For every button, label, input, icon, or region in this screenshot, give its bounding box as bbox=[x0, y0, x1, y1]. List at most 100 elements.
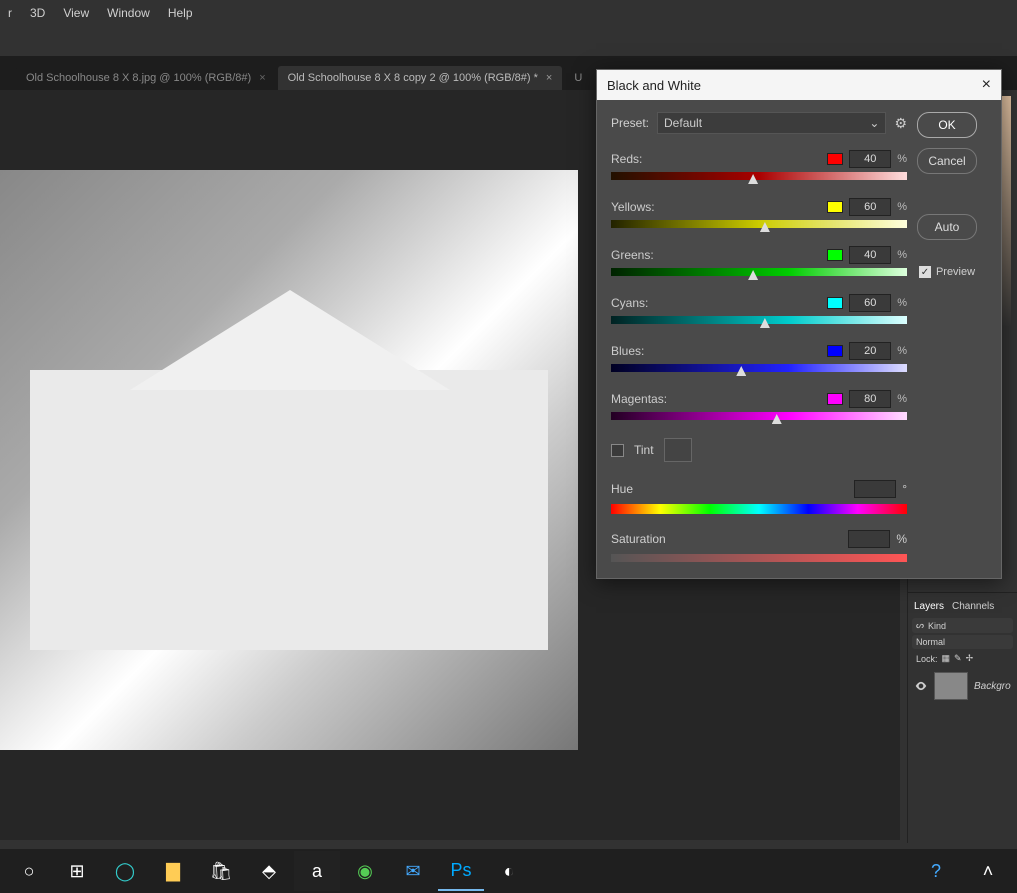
layer-filter-kind[interactable]: ᔕKind bbox=[912, 618, 1013, 633]
preset-dropdown[interactable]: Default ⌄ bbox=[657, 112, 886, 134]
store-icon[interactable]: 🛍 bbox=[198, 851, 244, 891]
menu-item[interactable]: Help bbox=[168, 6, 193, 20]
saturation-input[interactable] bbox=[848, 530, 890, 548]
color-slider-row: Blues:% bbox=[611, 342, 907, 372]
help-icon[interactable]: ? bbox=[913, 851, 959, 891]
color-slider-row: Magentas:% bbox=[611, 390, 907, 420]
document-tab[interactable]: Old Schoolhouse 8 X 8.jpg @ 100% (RGB/8#… bbox=[16, 66, 276, 90]
color-slider-row: Yellows:% bbox=[611, 198, 907, 228]
menu-item[interactable]: r bbox=[8, 6, 12, 20]
close-icon[interactable]: × bbox=[546, 72, 552, 84]
slider-value-input[interactable] bbox=[849, 390, 891, 408]
edge-icon[interactable]: ◯ bbox=[102, 851, 148, 891]
layer-blend-mode[interactable]: Normal bbox=[912, 635, 1013, 649]
explorer-icon[interactable]: ▇ bbox=[150, 851, 196, 891]
color-slider[interactable] bbox=[611, 220, 907, 228]
percent-label: % bbox=[897, 393, 907, 405]
task-view-icon[interactable]: ⊞ bbox=[54, 851, 100, 891]
tab-layers[interactable]: Layers bbox=[914, 601, 944, 612]
slider-thumb[interactable] bbox=[772, 414, 782, 424]
saturation-slider[interactable] bbox=[611, 554, 907, 562]
color-swatch bbox=[827, 201, 843, 213]
color-slider[interactable] bbox=[611, 268, 907, 276]
ok-button[interactable]: OK bbox=[917, 112, 977, 138]
tab-channels[interactable]: Channels bbox=[952, 601, 994, 612]
percent-label: % bbox=[897, 297, 907, 309]
layer-thumbnail[interactable] bbox=[934, 672, 968, 700]
layer-name[interactable]: Backgro bbox=[974, 681, 1011, 692]
saturation-unit: % bbox=[896, 532, 907, 546]
dialog-titlebar[interactable]: Black and White × bbox=[597, 70, 1001, 100]
color-slider[interactable] bbox=[611, 412, 907, 420]
slider-value-input[interactable] bbox=[849, 150, 891, 168]
close-icon[interactable]: × bbox=[259, 72, 265, 84]
layer-lock-row: Lock: ▦ ✎ ✢ bbox=[912, 651, 1013, 666]
slider-thumb[interactable] bbox=[748, 270, 758, 280]
hue-slider[interactable] bbox=[611, 504, 907, 514]
lock-brush-icon[interactable]: ✎ bbox=[954, 653, 962, 664]
photoshop-icon[interactable]: Ps bbox=[438, 851, 484, 891]
tab-label: Old Schoolhouse 8 X 8 copy 2 @ 100% (RGB… bbox=[288, 72, 538, 84]
percent-label: % bbox=[897, 345, 907, 357]
slider-thumb[interactable] bbox=[736, 366, 746, 376]
saturation-label: Saturation bbox=[611, 532, 666, 546]
search-icon[interactable]: ○ bbox=[6, 851, 52, 891]
slider-value-input[interactable] bbox=[849, 294, 891, 312]
menu-item[interactable]: 3D bbox=[30, 6, 45, 20]
color-slider[interactable] bbox=[611, 364, 907, 372]
color-slider-row: Cyans:% bbox=[611, 294, 907, 324]
percent-label: % bbox=[897, 249, 907, 261]
mail-icon[interactable]: ✉ bbox=[390, 851, 436, 891]
color-swatch bbox=[827, 393, 843, 405]
amazon-icon[interactable]: a bbox=[294, 851, 340, 891]
tint-checkbox[interactable] bbox=[611, 444, 624, 457]
document-tab[interactable]: U bbox=[564, 66, 592, 90]
color-slider[interactable] bbox=[611, 172, 907, 180]
color-swatch bbox=[827, 153, 843, 165]
slider-label: Blues: bbox=[611, 344, 644, 358]
document-tab[interactable]: Old Schoolhouse 8 X 8 copy 2 @ 100% (RGB… bbox=[278, 66, 563, 90]
lock-position-icon[interactable]: ✢ bbox=[966, 653, 974, 664]
slider-label: Magentas: bbox=[611, 392, 667, 406]
windows-taskbar: ○ ⊞ ◯ ▇ 🛍 ⬘ a ◉ ✉ Ps ◐ ? ˄ bbox=[0, 849, 1017, 893]
hue-input[interactable] bbox=[854, 480, 896, 498]
percent-label: % bbox=[897, 153, 907, 165]
slider-thumb[interactable] bbox=[760, 222, 770, 232]
color-swatch bbox=[827, 297, 843, 309]
menu-item[interactable]: Window bbox=[107, 6, 150, 20]
slider-label: Yellows: bbox=[611, 200, 655, 214]
close-icon[interactable]: × bbox=[982, 76, 991, 94]
dropbox-icon[interactable]: ⬘ bbox=[246, 851, 292, 891]
lock-transparent-icon[interactable]: ▦ bbox=[942, 653, 951, 664]
slider-value-input[interactable] bbox=[849, 198, 891, 216]
preview-checkbox[interactable]: ✓ Preview bbox=[919, 266, 975, 278]
color-swatch bbox=[827, 345, 843, 357]
dialog-title-text: Black and White bbox=[607, 78, 701, 93]
visibility-icon[interactable] bbox=[914, 679, 928, 693]
slider-thumb[interactable] bbox=[748, 174, 758, 184]
preset-value: Default bbox=[664, 116, 702, 130]
menu-item[interactable]: View bbox=[63, 6, 89, 20]
tab-label: U bbox=[574, 72, 582, 84]
layer-row[interactable]: Backgro bbox=[910, 668, 1015, 704]
canvas-image[interactable] bbox=[0, 170, 578, 750]
tint-label: Tint bbox=[634, 443, 654, 457]
color-slider[interactable] bbox=[611, 316, 907, 324]
slider-value-input[interactable] bbox=[849, 246, 891, 264]
auto-button[interactable]: Auto bbox=[917, 214, 977, 240]
gear-icon[interactable]: ⚙ bbox=[894, 115, 907, 132]
preview-label: Preview bbox=[936, 266, 975, 278]
slider-value-input[interactable] bbox=[849, 342, 891, 360]
slider-thumb[interactable] bbox=[760, 318, 770, 328]
cancel-button[interactable]: Cancel bbox=[917, 148, 977, 174]
percent-label: % bbox=[897, 201, 907, 213]
tripadvisor-icon[interactable]: ◉ bbox=[342, 851, 388, 891]
color-swatch bbox=[827, 249, 843, 261]
chrome-icon[interactable]: ◐ bbox=[486, 851, 532, 891]
tab-label: Old Schoolhouse 8 X 8.jpg @ 100% (RGB/8#… bbox=[26, 72, 251, 84]
kind-label: Kind bbox=[928, 621, 946, 631]
blend-mode-label: Normal bbox=[916, 637, 945, 647]
tint-color-swatch[interactable] bbox=[664, 438, 692, 462]
chevron-up-icon[interactable]: ˄ bbox=[965, 851, 1011, 891]
preset-label: Preset: bbox=[611, 116, 649, 130]
